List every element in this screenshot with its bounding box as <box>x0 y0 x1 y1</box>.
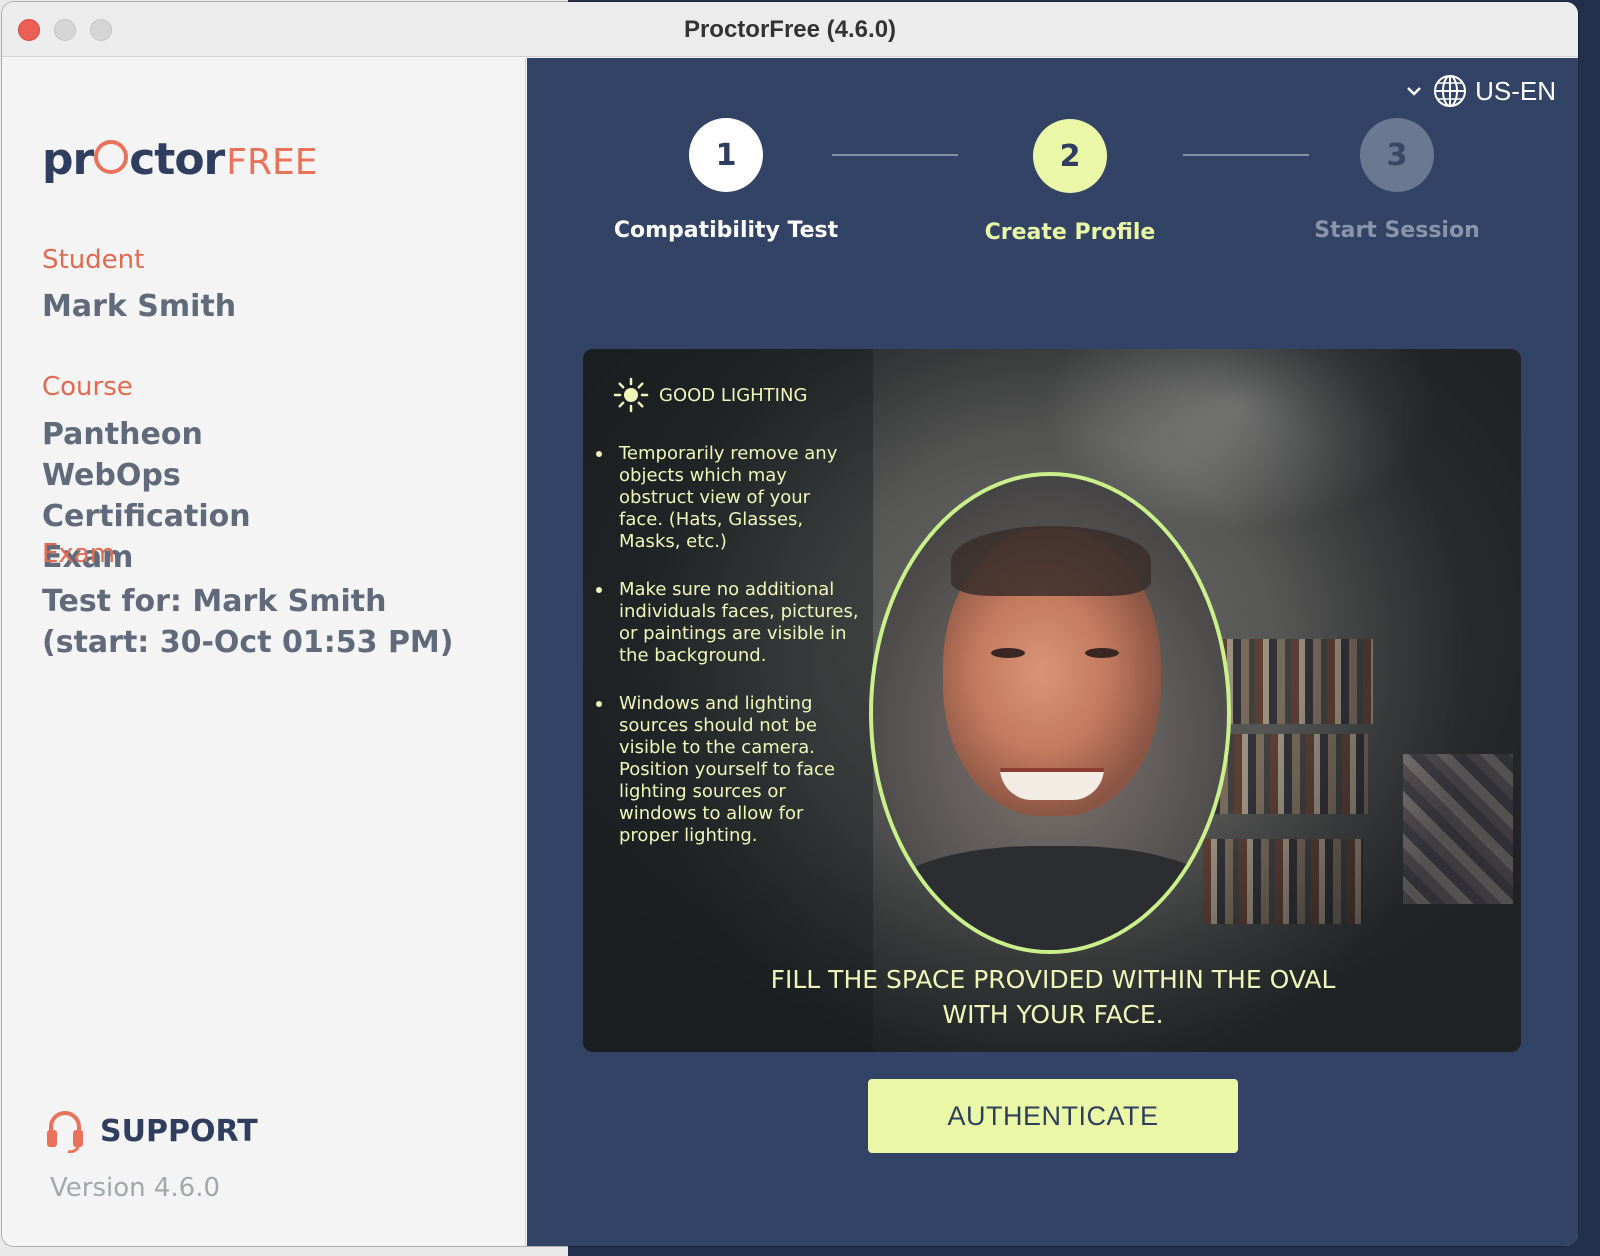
main-panel: US-EN 1 2 3 Compatibility Test Create Pr… <box>527 58 1578 1246</box>
logo-text-free: FREE <box>226 142 318 183</box>
support-label: SUPPORT <box>100 1113 258 1149</box>
step-connector-1 <box>832 154 958 156</box>
step-3-circle: 3 <box>1360 118 1434 192</box>
lighting-tips-list: Temporarily remove any objects which may… <box>596 443 859 873</box>
globe-icon <box>1434 75 1467 107</box>
language-value: US-EN <box>1475 75 1556 106</box>
logo-ring-icon <box>94 140 129 174</box>
logo-text-prefix: pr <box>42 134 94 185</box>
step-3-label: Start Session <box>1314 218 1480 243</box>
student-label: Student <box>42 245 145 275</box>
support-link[interactable]: SUPPORT <box>46 1109 258 1153</box>
sidebar: pr ctor FREE Student Mark Smith Course P… <box>2 58 526 1246</box>
tip-item: Temporarily remove any objects which may… <box>596 443 859 553</box>
headset-icon <box>47 1111 83 1153</box>
user-hair <box>951 526 1151 596</box>
user-eye <box>991 648 1025 658</box>
user-shoulders <box>873 846 1227 950</box>
step-1-label: Compatibility Test <box>613 218 839 243</box>
user-eye <box>1085 648 1119 658</box>
student-value: Mark Smith <box>42 289 237 324</box>
exam-value: Test for: Mark Smith (start: 30-Oct 01:5… <box>42 584 454 660</box>
step-2-circle: 2 <box>1033 119 1107 193</box>
course-label: Course <box>42 372 133 402</box>
title-bar: ProctorFree (4.6.0) <box>2 2 1578 57</box>
good-lighting-heading: GOOD LIGHTING <box>613 377 807 413</box>
window-title: ProctorFree (4.6.0) <box>683 16 897 43</box>
camera-preview: GOOD LIGHTING Temporarily remove any obj… <box>583 349 1521 1052</box>
step-2-label: Create Profile <box>984 220 1156 245</box>
exam-label: Exam <box>42 539 116 569</box>
oval-instruction: FILL THE SPACE PROVIDED WITHIN THE OVAL … <box>770 965 1336 1029</box>
language-selector[interactable]: US-EN <box>1405 74 1556 108</box>
tip-item: Make sure no additional individuals face… <box>596 579 859 666</box>
chevron-down-icon <box>1407 87 1421 96</box>
sun-icon <box>613 377 649 413</box>
step-1-circle: 1 <box>689 118 763 192</box>
authenticate-button[interactable]: AUTHENTICATE <box>868 1079 1238 1153</box>
face-oval-guide <box>869 472 1231 954</box>
version-text: Version 4.6.0 <box>50 1173 221 1203</box>
user-smile <box>1000 768 1104 800</box>
tip-item: Windows and lighting sources should not … <box>596 693 859 847</box>
proctorfree-logo: pr ctor FREE <box>42 134 317 194</box>
app-window: ProctorFree (4.6.0) pr ctor FREE Student… <box>2 2 1578 1246</box>
step-connector-2 <box>1183 154 1309 156</box>
good-lighting-text: GOOD LIGHTING <box>659 384 808 406</box>
logo-text-suffix: ctor <box>129 134 225 185</box>
